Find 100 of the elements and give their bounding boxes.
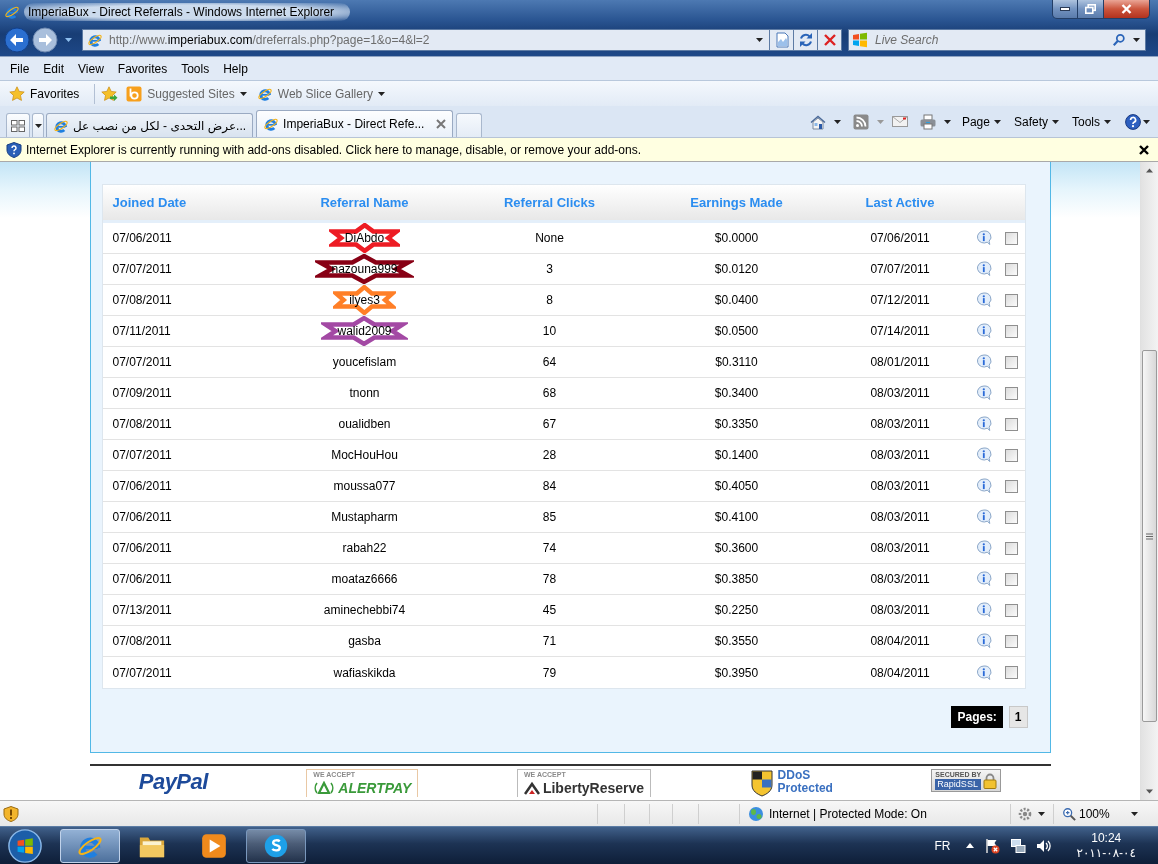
checkbox[interactable]	[1005, 603, 1018, 617]
search-icon[interactable]	[1112, 33, 1126, 47]
language-indicator[interactable]: FR	[934, 838, 951, 853]
checkbox[interactable]	[1005, 355, 1018, 369]
home-icon[interactable]	[809, 113, 826, 130]
checkbox[interactable]	[1005, 324, 1018, 338]
taskbar-button[interactable]	[246, 828, 306, 863]
caret-icon[interactable]	[1133, 38, 1140, 42]
checkbox[interactable]	[1005, 479, 1018, 493]
favorites-link[interactable]: Web Slice Gallery	[253, 83, 388, 104]
info-icon[interactable]	[975, 354, 992, 370]
badge-title: LibertyReserve	[542, 779, 645, 797]
checkbox[interactable]	[1005, 572, 1018, 586]
clock-date[interactable]: ٢٠١١-٠٨-٠٤	[1076, 845, 1136, 861]
checkbox[interactable]	[1005, 634, 1018, 648]
info-icon[interactable]	[975, 447, 992, 463]
info-icon[interactable]	[975, 292, 992, 308]
page-icon	[87, 32, 103, 48]
print-icon[interactable]	[919, 113, 936, 130]
network-icon[interactable]	[1010, 837, 1027, 854]
tab-list-button[interactable]	[32, 113, 44, 137]
refresh-button[interactable]	[794, 29, 818, 51]
info-bar[interactable]: Internet Explorer is currently running with add-ons disabled. Click here to manage, disable, or remove your add-ons.	[0, 137, 1158, 162]
caret-icon[interactable]	[1038, 811, 1045, 816]
info-icon[interactable]	[975, 633, 992, 649]
menu-item[interactable]: Help	[216, 61, 255, 76]
search-field[interactable]: Live Search	[848, 29, 1146, 51]
quick-tabs-button[interactable]	[6, 113, 30, 137]
checkbox[interactable]	[1005, 666, 1018, 679]
feed-icon[interactable]	[852, 113, 869, 130]
favorites-button[interactable]: Favorites	[6, 83, 83, 104]
info-icon[interactable]	[975, 540, 992, 556]
zoom-level[interactable]: 100%	[1079, 806, 1110, 821]
caret-icon[interactable]	[833, 119, 841, 124]
help-icon[interactable]	[1125, 113, 1141, 130]
info-icon[interactable]	[975, 509, 992, 525]
info-icon[interactable]	[975, 602, 992, 618]
info-bar-message[interactable]: Internet Explorer is currently running with add-ons disabled. Click here to manage, disable, or remove your add-ons.	[26, 142, 641, 157]
forward-icon[interactable]	[32, 27, 58, 53]
info-icon[interactable]	[975, 416, 992, 432]
mail-icon[interactable]	[891, 113, 908, 130]
triangle-waves-icon	[313, 781, 336, 795]
caret-icon[interactable]	[1131, 811, 1138, 816]
checkbox[interactable]	[1005, 231, 1018, 245]
joined-date: 07/08/2011	[112, 634, 172, 648]
favorites-link[interactable]: Suggested Sites	[123, 83, 250, 104]
earnings-amount: $0.2250	[714, 603, 759, 617]
close-button[interactable]	[1104, 0, 1150, 19]
info-icon[interactable]	[975, 664, 992, 681]
menu-item[interactable]: Edit	[36, 61, 72, 76]
info-icon[interactable]	[975, 261, 992, 277]
compatibility-view-button[interactable]	[770, 29, 794, 51]
info-icon[interactable]	[975, 478, 992, 494]
security-zone-text[interactable]: Internet | Protected Mode: On	[769, 806, 927, 821]
caret-icon	[1052, 119, 1059, 124]
caret-icon[interactable]	[756, 38, 763, 42]
info-icon[interactable]	[975, 385, 992, 401]
checkbox[interactable]	[1005, 386, 1018, 400]
address-field[interactable]: http://www.imperiabux.com/dreferrals.php?page=1&o=4&l=2	[82, 29, 770, 51]
restore-button[interactable]	[1078, 0, 1104, 19]
scrollbar-thumb[interactable]	[1142, 350, 1157, 722]
page-number-button[interactable]: 1	[1008, 706, 1028, 728]
gear-icon[interactable]	[1017, 805, 1033, 822]
menu-item[interactable]: File	[3, 61, 37, 76]
start-icon[interactable]	[5, 827, 45, 864]
joined-date: 07/13/2011	[112, 603, 172, 617]
caret-icon[interactable]	[1143, 119, 1150, 124]
warning-shield-icon[interactable]	[3, 805, 19, 822]
flag-icon[interactable]	[984, 837, 1001, 854]
info-icon[interactable]	[975, 230, 992, 246]
command-menu-button[interactable]: Safety	[1011, 114, 1061, 129]
close-icon[interactable]	[1138, 143, 1150, 156]
caret-icon[interactable]	[943, 119, 951, 124]
clock-time[interactable]: 10:24	[1091, 830, 1122, 846]
checkbox[interactable]	[1005, 510, 1018, 524]
info-icon[interactable]	[975, 571, 992, 587]
minimize-button[interactable]	[1052, 0, 1078, 19]
checkbox[interactable]	[1005, 293, 1018, 307]
up-arrow-icon[interactable]	[966, 843, 975, 848]
referral-clicks: 78	[542, 572, 557, 586]
url-text[interactable]: http://www.imperiabux.com/dreferrals.php?page=1&o=4&l=2	[109, 33, 430, 47]
checkbox[interactable]	[1005, 262, 1018, 276]
checkbox[interactable]	[1005, 541, 1018, 555]
earnings-amount: $0.3400	[714, 386, 759, 400]
menu-item[interactable]: View	[71, 61, 111, 76]
add-favorite-icon[interactable]	[101, 85, 120, 102]
scrollbar[interactable]	[1140, 162, 1158, 800]
back-icon[interactable]	[4, 27, 30, 53]
browser-tab[interactable]: عرض التحدى - لكل من نصب عل...	[46, 113, 254, 137]
stop-button[interactable]	[818, 29, 842, 51]
menu-item[interactable]: Tools	[174, 61, 217, 76]
referral-name: nazouna999	[331, 262, 398, 276]
browser-tab[interactable]: ImperiaBux - Direct Refe...	[256, 110, 454, 137]
menu-item[interactable]: Favorites	[110, 61, 175, 76]
checkbox[interactable]	[1005, 448, 1018, 462]
info-icon[interactable]	[975, 323, 992, 339]
command-menu-button[interactable]: Tools	[1070, 114, 1113, 129]
pages-label: Pages:	[951, 706, 1003, 728]
checkbox[interactable]	[1005, 417, 1018, 431]
command-menu-button[interactable]: Page	[959, 114, 1003, 129]
